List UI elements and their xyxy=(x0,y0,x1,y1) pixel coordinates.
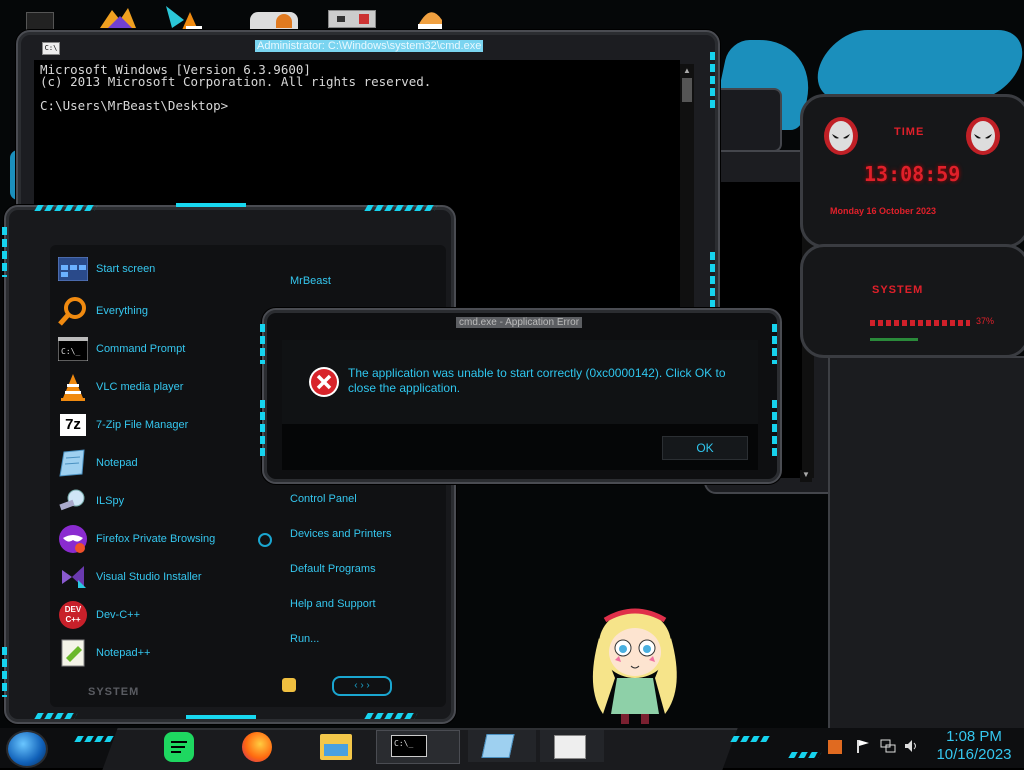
shutdown-arrows-button[interactable]: ‹ › › xyxy=(332,676,392,696)
start-item-notepadpp[interactable]: Notepad++ xyxy=(58,638,150,668)
desktop-icon-5[interactable] xyxy=(328,10,376,28)
background-window-2 xyxy=(828,356,1024,730)
desktop-icon-2[interactable] xyxy=(98,4,136,30)
background-window-scroll-down[interactable]: ▼ xyxy=(800,470,812,482)
start-item-label: Everything xyxy=(96,305,148,317)
tray-sound-sensor-icon[interactable] xyxy=(828,740,842,754)
power-icon[interactable] xyxy=(282,678,296,692)
start-item-7zip[interactable]: 7z 7-Zip File Manager xyxy=(58,410,188,440)
start-orb-button[interactable] xyxy=(6,730,48,768)
widget-system-label: SYSTEM xyxy=(872,284,924,296)
crosshair-icon xyxy=(258,533,272,547)
start-item-command-prompt[interactable]: C:\_ Command Prompt xyxy=(58,334,185,364)
desktop-icon-4[interactable] xyxy=(250,12,298,30)
system-monitor-widget: TIME 13:08:59 Monday 16 October 2023 SYS… xyxy=(800,94,1024,358)
start-item-everything[interactable]: Everything xyxy=(58,296,148,326)
magnifier-icon xyxy=(58,296,88,326)
start-item-devcpp[interactable]: DEV C++ Dev-C++ xyxy=(58,600,140,630)
cmd-prompt-line: C:\Users\MrBeast\Desktop> xyxy=(40,98,229,113)
taskbar-firefox-icon[interactable] xyxy=(242,732,272,762)
visual-studio-icon xyxy=(58,562,88,592)
taskbar-file-explorer-icon[interactable] xyxy=(320,734,352,760)
error-dialog-message: The application was unable to start corr… xyxy=(348,366,726,395)
error-dialog-title: cmd.exe - Application Error xyxy=(456,317,583,328)
alien-head-icon xyxy=(964,116,1002,156)
start-right-run[interactable]: Run... xyxy=(290,633,319,645)
start-right-devices[interactable]: Devices and Printers xyxy=(290,528,392,540)
widget-date-value: Monday 16 October 2023 xyxy=(830,206,937,216)
start-item-label: Command Prompt xyxy=(96,343,186,355)
notepad-icon xyxy=(58,448,88,478)
command-prompt-icon: C:\_ xyxy=(58,334,88,364)
start-item-label: ILSpy xyxy=(96,495,125,507)
window-icon xyxy=(554,735,586,759)
error-icon xyxy=(308,366,340,398)
tray-volume-icon[interactable] xyxy=(904,739,920,753)
start-item-visual-studio-installer[interactable]: Visual Studio Installer xyxy=(58,562,202,592)
cmd-scrollbar[interactable]: ▲ xyxy=(680,64,694,314)
start-system-label: SYSTEM xyxy=(88,686,140,698)
start-item-label: Visual Studio Installer xyxy=(96,571,202,583)
taskbar-clock-date[interactable]: 10/16/2023 xyxy=(930,746,1018,763)
desktop-icon-6[interactable] xyxy=(416,6,450,32)
cmd-window-title: Administrator: C:\Windows\system32\cmd.e… xyxy=(255,40,484,52)
start-right-default-programs[interactable]: Default Programs xyxy=(290,563,376,575)
7zip-icon: 7z xyxy=(58,410,88,440)
cmd-line: (c) 2013 Microsoft Corporation. All righ… xyxy=(40,74,432,89)
cartoon-character-sticker xyxy=(585,598,685,726)
widget-time-value: 13:08:59 xyxy=(864,162,961,186)
start-item-label: Notepad xyxy=(96,457,138,469)
start-item-label: 7-Zip File Manager xyxy=(96,419,189,431)
start-item-start-screen[interactable]: Start screen xyxy=(58,254,155,284)
start-item-label: VLC media player xyxy=(96,381,184,393)
notepad-icon xyxy=(481,734,515,758)
tray-flag-icon[interactable] xyxy=(856,739,870,753)
command-prompt-icon: C:\_ xyxy=(391,735,427,757)
start-screen-icon xyxy=(58,254,88,284)
start-item-firefox-private[interactable]: Firefox Private Browsing xyxy=(58,524,215,554)
tray-network-icon[interactable] xyxy=(880,739,896,753)
cmd-window-icon[interactable]: C:\ xyxy=(42,42,60,55)
widget-time-label: TIME xyxy=(894,126,925,138)
firefox-private-icon xyxy=(58,524,88,554)
widget-cpu-bar xyxy=(870,320,970,326)
devcpp-icon: DEV C++ xyxy=(58,600,88,630)
taskbar-spotify-icon[interactable] xyxy=(164,732,194,762)
start-item-ilspy[interactable]: ILSpy xyxy=(58,486,124,516)
start-right-user[interactable]: MrBeast xyxy=(290,275,331,287)
desktop-icon-3[interactable] xyxy=(162,4,202,30)
start-right-control-panel[interactable]: Control Panel xyxy=(290,493,357,505)
start-item-label: Firefox Private Browsing xyxy=(96,533,216,545)
taskbar-clock-time[interactable]: 1:08 PM xyxy=(930,728,1018,745)
start-item-label: Dev-C++ xyxy=(96,609,141,621)
start-item-notepad[interactable]: Notepad xyxy=(58,448,138,478)
taskbar-cmd-button[interactable]: C:\_ xyxy=(376,730,460,764)
start-item-vlc[interactable]: VLC media player xyxy=(58,372,183,402)
ok-button[interactable]: OK xyxy=(662,436,748,460)
notepadpp-icon xyxy=(58,638,88,668)
taskbar-window-button[interactable] xyxy=(540,730,604,762)
start-item-label: Start screen xyxy=(96,263,156,275)
taskbar-notepad-button[interactable] xyxy=(468,730,536,762)
alien-head-icon xyxy=(822,116,860,156)
ilspy-icon xyxy=(58,486,88,516)
svg-text:C:\_: C:\_ xyxy=(61,347,80,356)
start-right-help[interactable]: Help and Support xyxy=(290,598,376,610)
start-item-label: Notepad++ xyxy=(96,647,151,659)
widget-cpu-value: 37% xyxy=(976,316,995,326)
vlc-cone-icon xyxy=(58,372,88,402)
